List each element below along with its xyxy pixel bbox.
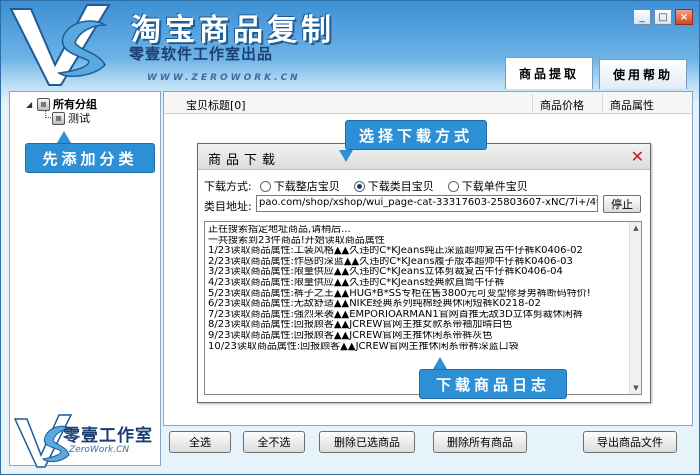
select-all-button[interactable]: 全选 [169, 431, 231, 453]
category-url-label-row: 类目地址: [204, 198, 252, 214]
column-divider [532, 94, 533, 112]
callout-choose-method: 选择下载方式 [345, 120, 487, 150]
delete-selected-button[interactable]: 删除已选商品 [319, 431, 415, 453]
scroll-up-icon[interactable]: ▲ [630, 222, 641, 234]
column-divider [602, 94, 603, 112]
log-line: 正在搜索指定地址商品,请稍后... [208, 225, 351, 235]
collapse-arrow-icon[interactable]: ◢ [26, 100, 34, 109]
app-window: 淘宝商品复制 零壹软件工作室出品 WWW.ZEROWORK.CN _ □ × 商… [0, 0, 700, 475]
log-line: 9/23读取商品属性:回报顾客▲▲JCREW官网主推休闲系带裤灰色 [208, 330, 493, 341]
delete-all-button[interactable]: 删除所有商品 [433, 431, 527, 453]
folder-icon [37, 97, 50, 111]
log-line: 1/23读取商品属性:工装风格▲▲久违的C*KJeans纯正深蓝超帅复古牛仔裤K… [208, 246, 583, 257]
stop-button[interactable]: 停止 [603, 195, 641, 213]
dialog-title: 商品下载 [208, 153, 281, 168]
log-line: 8/23读取商品属性:回报顾客▲▲JCREW官网主推女款系带袖加晴白色 [208, 320, 513, 331]
dialog-close-icon[interactable]: ✕ [631, 147, 644, 166]
column-attributes[interactable]: 商品属性 [610, 97, 654, 113]
footer-brand: 零壹工作室 [63, 426, 153, 446]
option-whole-shop[interactable]: 下载整店宝贝 [259, 178, 340, 194]
log-line: 10/23读取商品属性:回报顾客▲▲JCREW官网主推休闲系带裤深蓝口袋 [208, 341, 519, 352]
window-controls: _ □ × [633, 9, 693, 25]
log-line: 3/23读取商品属性:限量供应▲▲久违的C*KJeans立体剪裁复古牛仔裤K04… [208, 267, 563, 278]
download-method-label: 下载方式: [204, 180, 252, 193]
app-url: WWW.ZEROWORK.CN [147, 73, 301, 83]
category-url-label: 类目地址: [204, 200, 252, 213]
tree-child-item[interactable]: 测试 [52, 110, 90, 126]
callout-pointer [433, 357, 447, 369]
log-scrollbar[interactable]: ▲ ▼ [629, 222, 641, 394]
log-line: 2/23读取商品属性:作感的深蓝▲▲久违的C*KJeans履子版本超帅牛仔裤K0… [208, 256, 573, 267]
option-single-item[interactable]: 下载单件宝贝 [447, 178, 528, 194]
radio-icon[interactable] [259, 180, 271, 192]
callout-pointer [57, 131, 71, 143]
log-line: 6/23读取商品属性:无敌舒适▲▲NIKE经典系列纯棉经典休闲短裤K0218-0… [208, 299, 541, 310]
tab-help[interactable]: 使用帮助 [599, 59, 687, 89]
download-method-row: 下载方式: 下载整店宝贝 下载类目宝贝 下载单件宝贝 [204, 178, 528, 194]
footer-url: ZeroWork.CN [69, 445, 130, 455]
column-title[interactable]: 宝贝标题[0] [186, 97, 246, 113]
scroll-down-icon[interactable]: ▼ [630, 382, 641, 394]
maximize-button[interactable]: □ [654, 9, 672, 25]
download-dialog: 商品下载 ✕ 下载方式: 下载整店宝贝 下载类目宝贝 下载单件宝贝 类目地址: … [197, 143, 651, 403]
folder-icon [52, 111, 65, 125]
close-button[interactable]: × [675, 9, 693, 25]
column-price[interactable]: 商品价格 [540, 97, 584, 113]
bottom-toolbar: 全选 全不选 删除已选商品 删除所有商品 导出商品文件 [163, 429, 693, 467]
option-category[interactable]: 下载类目宝贝 [353, 178, 434, 194]
callout-download-log: 下载商品日志 [419, 369, 567, 399]
main-tabs: 商品提取 使用帮助 [505, 57, 687, 89]
log-line: 7/23读取商品属性:强烈来袭▲▲EMPORIOARMAN1官网首推无敌3D立体… [208, 309, 583, 320]
app-header: 淘宝商品复制 零壹软件工作室出品 WWW.ZEROWORK.CN _ □ × 商… [1, 1, 699, 89]
log-line: 一共搜索到23件商品!开始读取商品属性 [208, 235, 385, 246]
category-url-input[interactable]: pao.com/shop/xshop/wui_page-cat-33317603… [256, 195, 598, 212]
minimize-button[interactable]: _ [633, 9, 651, 25]
option-category-label: 下载类目宝贝 [367, 180, 434, 193]
v-logo-icon [9, 4, 111, 86]
export-button[interactable]: 导出商品文件 [583, 431, 677, 453]
select-none-button[interactable]: 全不选 [243, 431, 305, 453]
list-header: 宝贝标题[0] 商品价格 商品属性 [164, 92, 692, 114]
log-line: 5/23读取商品属性:裤子之王▲▲HUG*B*SS专柜在售3800元可变型修身男… [208, 288, 591, 299]
callout-add-category: 先添加分类 [25, 143, 155, 173]
tab-product-extract[interactable]: 商品提取 [505, 57, 593, 89]
app-subtitle: 零壹软件工作室出品 [129, 45, 274, 63]
log-line: 4/23读取商品属性:限量供应▲▲久违的C*KJeans经典款直筒牛仔裤 [208, 277, 505, 288]
log-lines: 正在搜索指定地址商品,请稍后... 一共搜索到23件商品!开始读取商品属性 1/23… [208, 225, 628, 352]
option-single-item-label: 下载单件宝贝 [461, 180, 528, 193]
callout-pointer [339, 150, 353, 162]
option-whole-shop-label: 下载整店宝贝 [273, 180, 340, 193]
tree-child-label: 测试 [68, 112, 90, 125]
radio-icon[interactable] [447, 180, 459, 192]
radio-selected-icon[interactable] [353, 180, 365, 192]
